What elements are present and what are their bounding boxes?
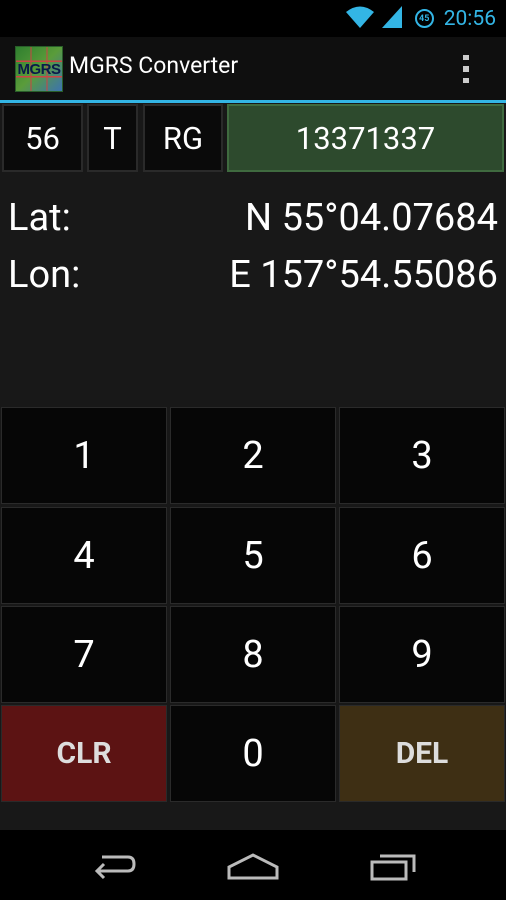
notification-count-badge: 45: [414, 9, 434, 28]
app-icon[interactable]: MGRS: [15, 46, 63, 92]
key-5[interactable]: 5: [170, 507, 336, 604]
app-title: MGRS Converter: [69, 52, 239, 79]
overflow-menu-icon[interactable]: [455, 52, 477, 86]
app-icon-label: MGRS: [17, 60, 62, 78]
key-1[interactable]: 1: [1, 407, 167, 504]
key-2[interactable]: 2: [170, 407, 336, 504]
lat-label: Lat:: [8, 196, 71, 240]
status-time: 20:56: [443, 6, 496, 31]
key-8[interactable]: 8: [170, 606, 336, 703]
back-icon[interactable]: [73, 838, 153, 894]
key-0[interactable]: 0: [170, 705, 336, 802]
key-4[interactable]: 4: [1, 507, 167, 604]
clear-button[interactable]: CLR: [1, 705, 167, 802]
key-9[interactable]: 9: [339, 606, 505, 703]
key-3[interactable]: 3: [339, 407, 505, 504]
lat-value: N 55°04.07684: [245, 196, 498, 240]
signal-icon: [381, 5, 403, 33]
lon-label: Lon:: [8, 253, 81, 297]
band-field[interactable]: T: [87, 104, 138, 172]
status-bar: 45 20:56: [0, 0, 506, 37]
wifi-icon: [345, 5, 375, 33]
lon-value: E 157°54.55086: [229, 253, 498, 297]
status-icons: 45 20:56: [345, 0, 496, 37]
square-field[interactable]: RG: [143, 104, 223, 172]
key-6[interactable]: 6: [339, 507, 505, 604]
recent-apps-icon[interactable]: [354, 838, 434, 894]
key-7[interactable]: 7: [1, 606, 167, 703]
zone-field[interactable]: 56: [2, 104, 83, 172]
home-icon[interactable]: [213, 838, 293, 894]
delete-button[interactable]: DEL: [339, 705, 505, 802]
easting-northing-field[interactable]: 13371337: [227, 104, 504, 172]
